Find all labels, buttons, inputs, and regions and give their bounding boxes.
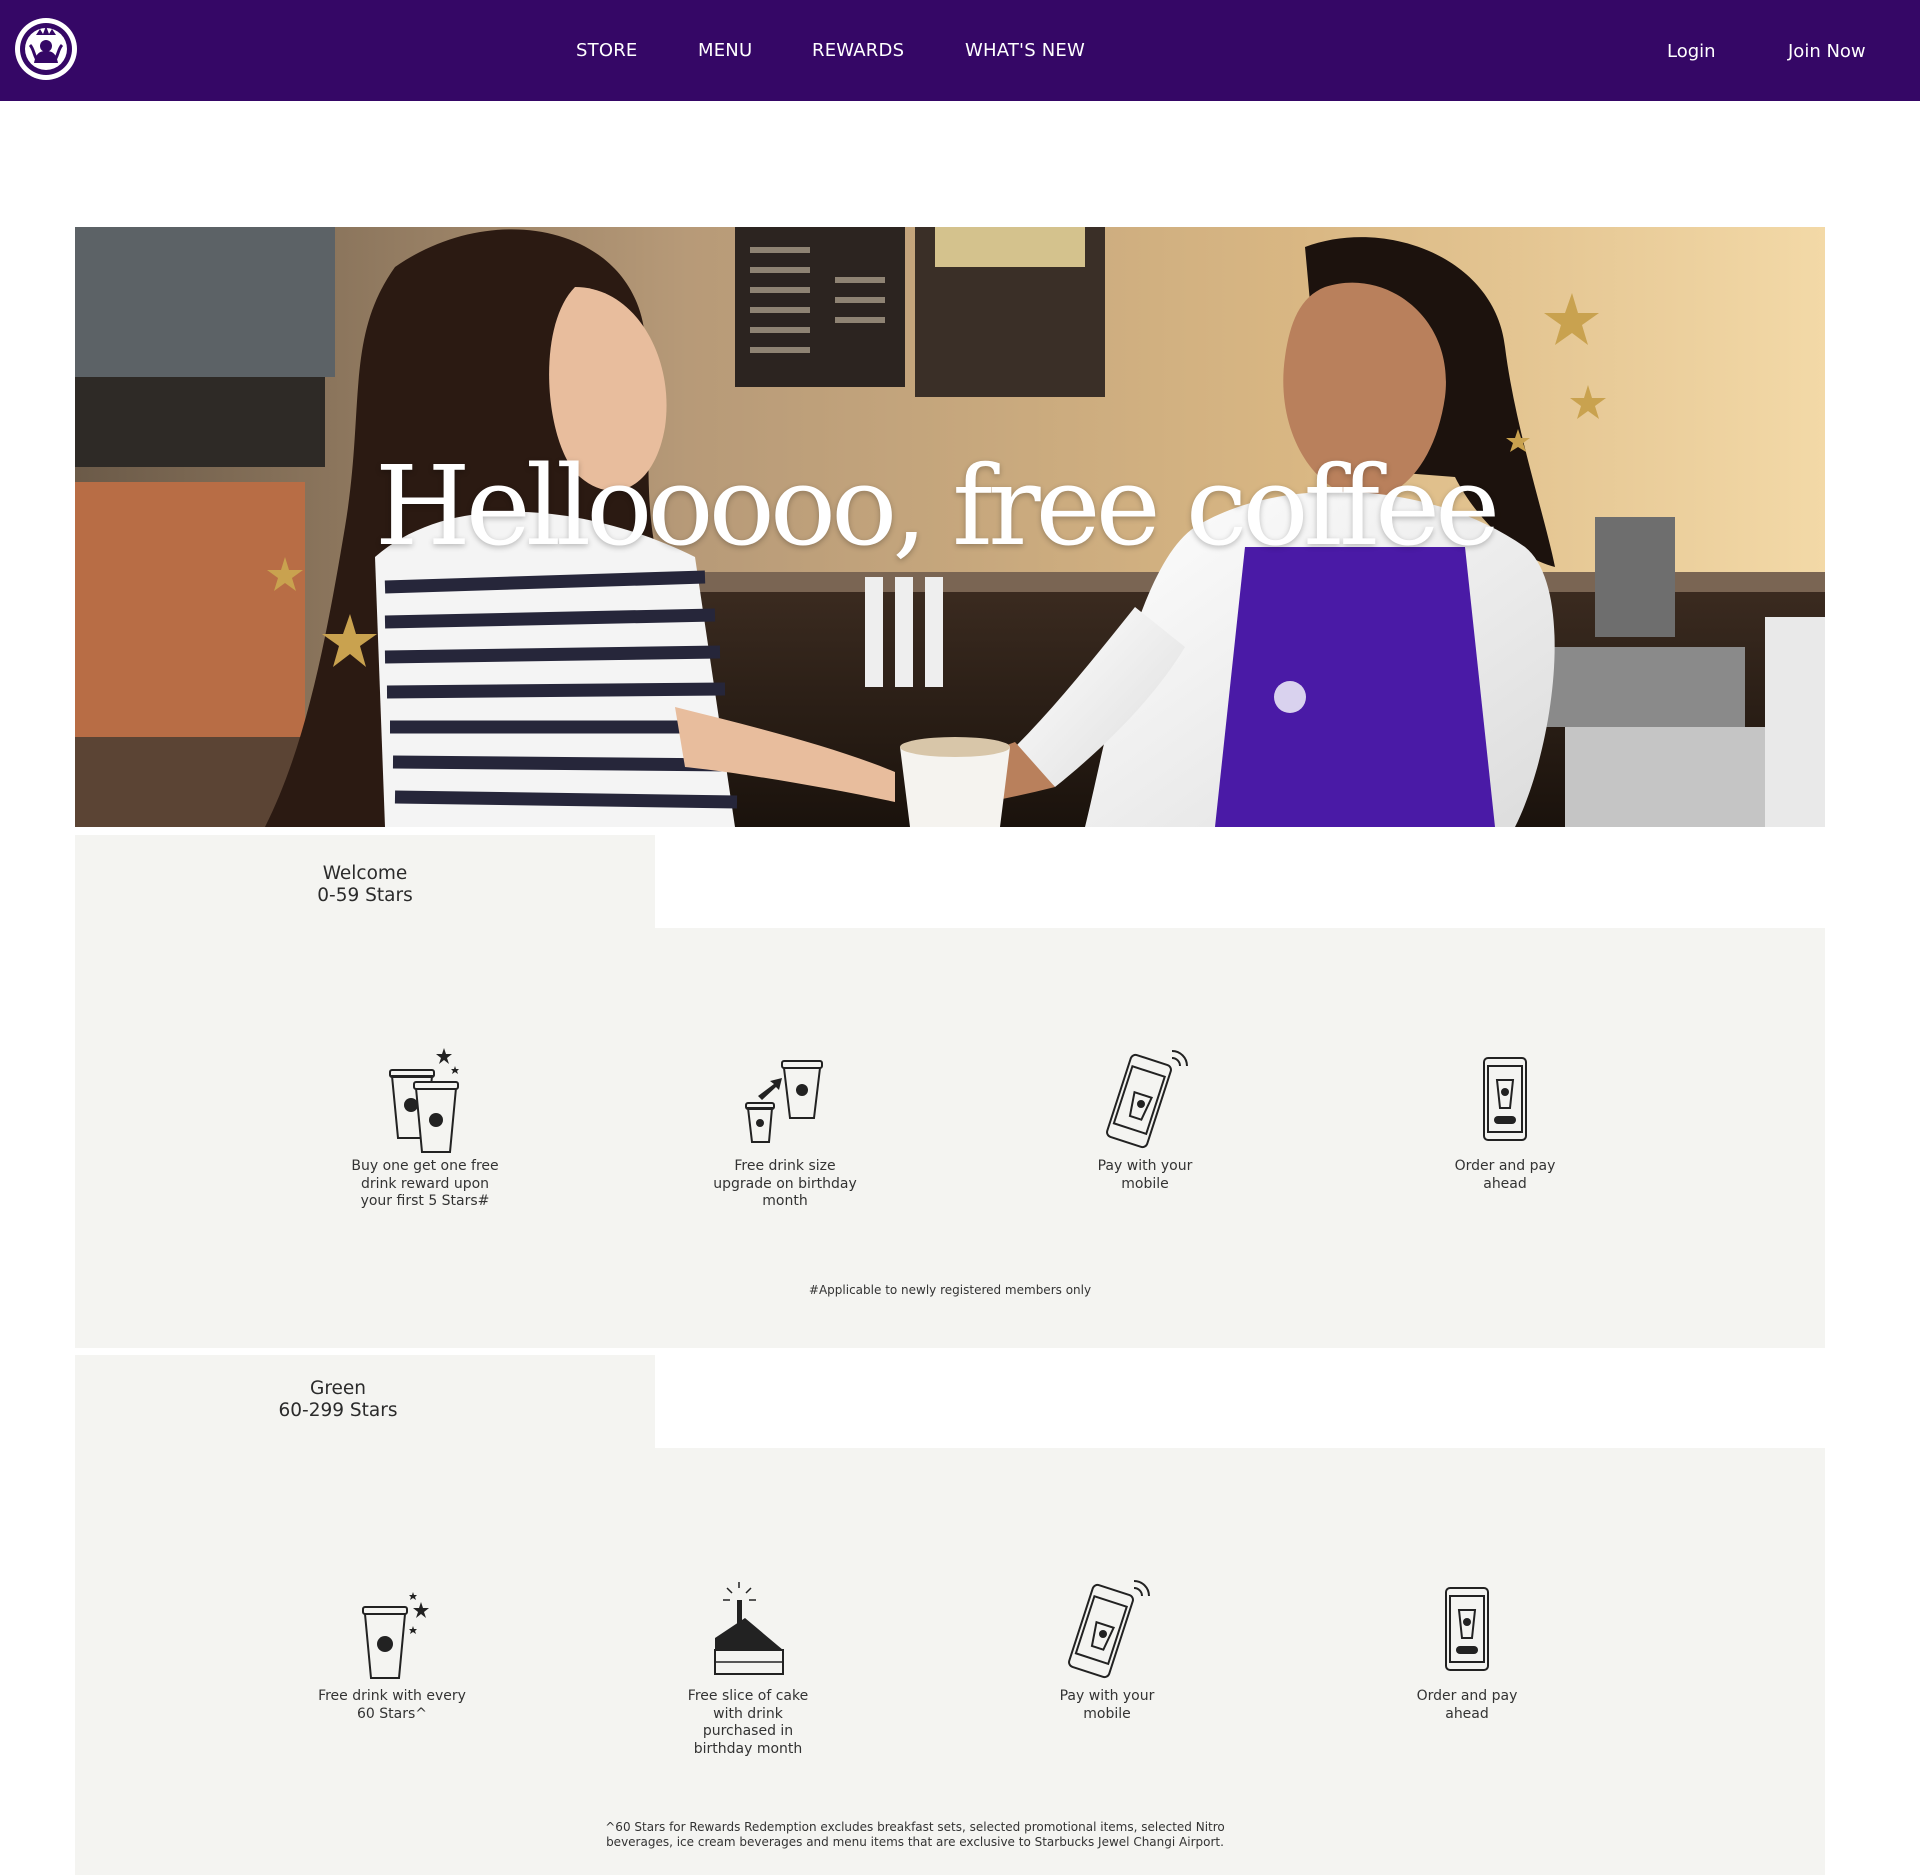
login-link[interactable]: Login	[1667, 0, 1716, 104]
tier-green-range: 60-299 Stars	[278, 1400, 398, 1421]
benefit-label: Pay with your mobile	[1059, 1688, 1155, 1722]
nav-menu-link[interactable]: MENU	[698, 0, 752, 101]
benefit-item: Pay with your mobile	[1045, 1048, 1245, 1193]
nav-whats-new-link[interactable]: WHAT'S NEW	[965, 0, 1085, 101]
tier-welcome-range: 0-59 Stars	[317, 885, 413, 906]
benefit-label: Free drink with every 60 Stars^	[318, 1688, 466, 1722]
benefit-label: Order and pay ahead	[1454, 1158, 1556, 1192]
tier-green-name: Green	[309, 1378, 367, 1399]
benefit-item: Order and pay ahead	[1405, 1048, 1605, 1193]
tier-welcome-name: Welcome	[322, 863, 408, 884]
tier-green-tab: Green 60-299 Stars	[75, 1355, 655, 1450]
mobile-pay-icon	[1106, 1050, 1188, 1149]
join-now-link[interactable]: Join Now	[1788, 0, 1866, 104]
cup-upgrade-icon	[745, 1060, 823, 1143]
tier-green-footnote: ^60 Stars for Rewards Redemption exclude…	[605, 1820, 1225, 1849]
benefit-item: Free drink with every 60 Stars^	[272, 1578, 512, 1723]
top-navigation-bar: STORE MENU REWARDS WHAT'S NEW Login Join…	[0, 0, 1920, 101]
benefit-label: Pay with your mobile	[1097, 1158, 1193, 1192]
nav-rewards-link[interactable]: REWARDS	[812, 0, 904, 101]
two-cups-stars-icon	[389, 1048, 459, 1153]
hero-headline: Hellooooo, free coffee	[374, 442, 1500, 570]
tier-green-benefits-panel: Free drink with every 60 Stars^ Free sli…	[75, 1448, 1825, 1875]
starbucks-logo-icon[interactable]	[14, 17, 78, 81]
mobile-order-icon	[1483, 1057, 1527, 1141]
benefit-item: Order and pay ahead	[1367, 1578, 1567, 1723]
cup-stars-icon	[362, 1592, 429, 1679]
nav-store-link[interactable]: STORE	[576, 0, 637, 101]
tier-welcome-benefits-panel: Buy one get one free drink reward upon y…	[75, 928, 1825, 1348]
hero-banner: Hellooooo, free coffee	[75, 227, 1825, 827]
benefit-item: Free drink size upgrade on birthday mont…	[685, 1048, 885, 1211]
benefit-label: Order and pay ahead	[1416, 1688, 1518, 1722]
benefit-label: Buy one get one free drink reward upon y…	[351, 1158, 499, 1209]
benefit-label: Free slice of cake with drink purchased …	[687, 1688, 809, 1757]
mobile-order-icon	[1445, 1587, 1489, 1671]
benefit-label: Free drink size upgrade on birthday mont…	[713, 1158, 857, 1209]
tier-welcome-tab: Welcome 0-59 Stars	[75, 835, 655, 930]
tier-welcome-footnote: #Applicable to newly registered members …	[808, 1283, 1092, 1297]
benefit-item: Free slice of cake with drink purchased …	[648, 1578, 848, 1758]
benefit-item: Pay with your mobile	[1007, 1578, 1207, 1723]
mobile-pay-icon	[1068, 1580, 1150, 1679]
birthday-cake-icon	[714, 1582, 784, 1675]
benefit-item: Buy one get one free drink reward upon y…	[325, 1048, 525, 1211]
